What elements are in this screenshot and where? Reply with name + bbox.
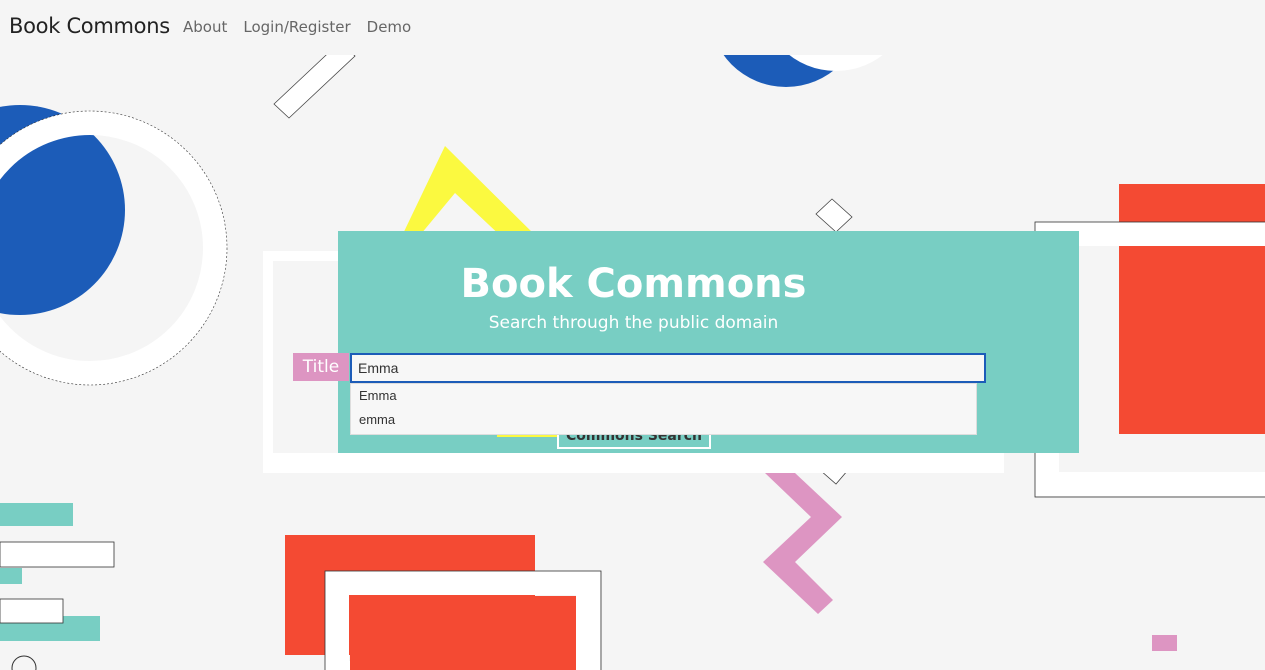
- navbar: Book Commons About Login/Register Demo: [0, 0, 1265, 55]
- autocomplete-option-2[interactable]: emma: [351, 408, 976, 432]
- white-bar-2: [0, 598, 64, 624]
- nav-about-link[interactable]: About: [183, 18, 227, 36]
- title-field-label: Title: [293, 353, 349, 381]
- pink-square-small: [1152, 635, 1177, 651]
- hero-subtitle: Search through the public domain: [488, 313, 779, 333]
- title-search-input[interactable]: [350, 353, 986, 383]
- pink-chevron: [763, 473, 842, 614]
- hero-content: Book Commons Search through the public d…: [273, 261, 994, 453]
- nav-demo-link[interactable]: Demo: [367, 18, 412, 36]
- autocomplete-dropdown: Emma emma: [350, 383, 977, 435]
- yellow-triangle: [400, 146, 540, 240]
- hero-title: Book Commons: [460, 261, 807, 307]
- small-circle-bottom-left: [11, 655, 37, 670]
- autocomplete-option-1[interactable]: Emma: [351, 384, 976, 408]
- white-bar-1: [0, 541, 115, 568]
- teal-bar-2: [0, 568, 22, 584]
- nav-login-register-link[interactable]: Login/Register: [243, 18, 350, 36]
- brand-link[interactable]: Book Commons: [9, 14, 170, 38]
- white-diamond: [815, 198, 853, 233]
- nav-links: About Login/Register Demo: [183, 18, 411, 36]
- teal-bar-1: [0, 503, 73, 526]
- red-rect-right: [1119, 184, 1265, 434]
